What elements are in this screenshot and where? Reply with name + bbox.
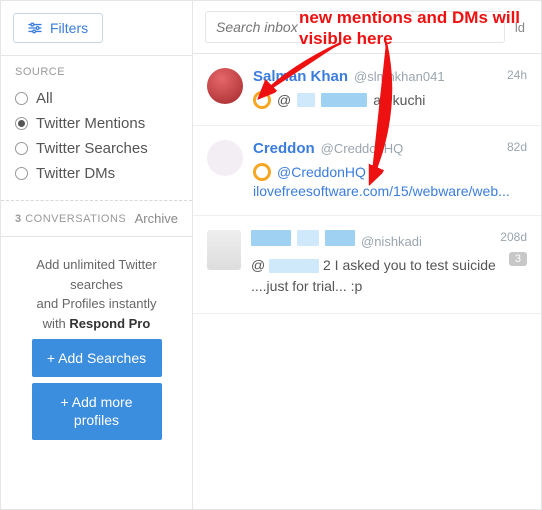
promo-text: Add unlimited Twitter searches and Profi… — [15, 255, 178, 333]
redacted-text — [321, 93, 367, 107]
conversation-list[interactable]: Salman Khan @slmnkhan041 24h @ aa kuchi — [193, 54, 541, 509]
source-option[interactable]: Twitter Mentions — [15, 111, 178, 136]
message-preview: @ 2 I asked you to test suicide ....just… — [251, 255, 527, 297]
message-preview: @CreddonHQ — [253, 163, 527, 181]
source-option-label: Twitter DMs — [36, 165, 115, 182]
author-handle: @nishkadi — [361, 234, 422, 249]
add-searches-button[interactable]: + Add Searches — [32, 339, 162, 377]
source-option[interactable]: All — [15, 86, 178, 111]
status-ring-icon — [253, 91, 271, 109]
status-ring-icon — [253, 163, 271, 181]
filters-button[interactable]: Filters — [13, 13, 103, 43]
timestamp: 208d — [500, 230, 527, 244]
radio-icon — [15, 167, 28, 180]
author-handle: @slmnkhan041 — [354, 69, 445, 84]
author-name[interactable]: Salman Khan — [253, 68, 348, 85]
redacted-text — [269, 259, 319, 273]
conversation-item[interactable]: @nishkadi 208d 3 @ 2 I asked you to test… — [193, 216, 541, 314]
conversations-header: 3 CONVERSATIONS Archive — [1, 201, 192, 237]
search-bar: ld — [193, 1, 541, 54]
sidebar-top: Filters — [1, 1, 192, 56]
source-filter: SOURCE All Twitter Mentions Twitter Search… — [1, 56, 192, 201]
timestamp: 24h — [507, 68, 527, 82]
redacted-text — [297, 93, 315, 107]
source-option[interactable]: Twitter DMs — [15, 161, 178, 186]
radio-icon — [15, 92, 28, 105]
mention-link[interactable]: @CreddonHQ — [277, 164, 366, 180]
message-preview: @ aa kuchi — [253, 91, 527, 109]
url-link[interactable]: ilovefreesoftware.com/15/webware/web... — [253, 183, 510, 199]
radio-icon — [15, 117, 28, 130]
filters-icon — [28, 22, 42, 34]
redacted-text — [297, 230, 319, 246]
radio-icon — [15, 142, 28, 155]
source-option[interactable]: Twitter Searches — [15, 136, 178, 161]
sidebar: Filters SOURCE All Twitter Mentions Twitte… — [1, 1, 193, 509]
avatar — [207, 230, 241, 270]
conversation-item[interactable]: Creddon @CreddonHQ 82d @CreddonHQ ilovef… — [193, 126, 541, 216]
timestamp: 82d — [507, 140, 527, 154]
filters-label: Filters — [50, 20, 88, 36]
conversations-count: 3 CONVERSATIONS — [15, 213, 126, 225]
source-option-label: All — [36, 90, 53, 107]
archive-link[interactable]: Archive — [135, 211, 178, 226]
add-profiles-button[interactable]: + Add more profiles — [32, 383, 162, 439]
author-handle: @CreddonHQ — [321, 141, 404, 156]
avatar — [207, 68, 243, 104]
redacted-text — [251, 230, 291, 246]
source-title: SOURCE — [15, 66, 178, 78]
source-option-label: Twitter Mentions — [36, 115, 145, 132]
source-option-label: Twitter Searches — [36, 140, 148, 157]
conversation-item[interactable]: Salman Khan @slmnkhan041 24h @ aa kuchi — [193, 54, 541, 126]
author-name[interactable]: Creddon — [253, 140, 315, 157]
sort-label-fragment: ld — [515, 20, 529, 35]
unread-badge: 3 — [509, 252, 527, 266]
promo-block: Add unlimited Twitter searches and Profi… — [1, 237, 192, 464]
search-input[interactable] — [205, 11, 505, 43]
main-panel: ld Salman Khan @slmnkhan041 24h @ — [193, 1, 541, 509]
avatar — [207, 140, 243, 176]
redacted-text — [325, 230, 355, 246]
